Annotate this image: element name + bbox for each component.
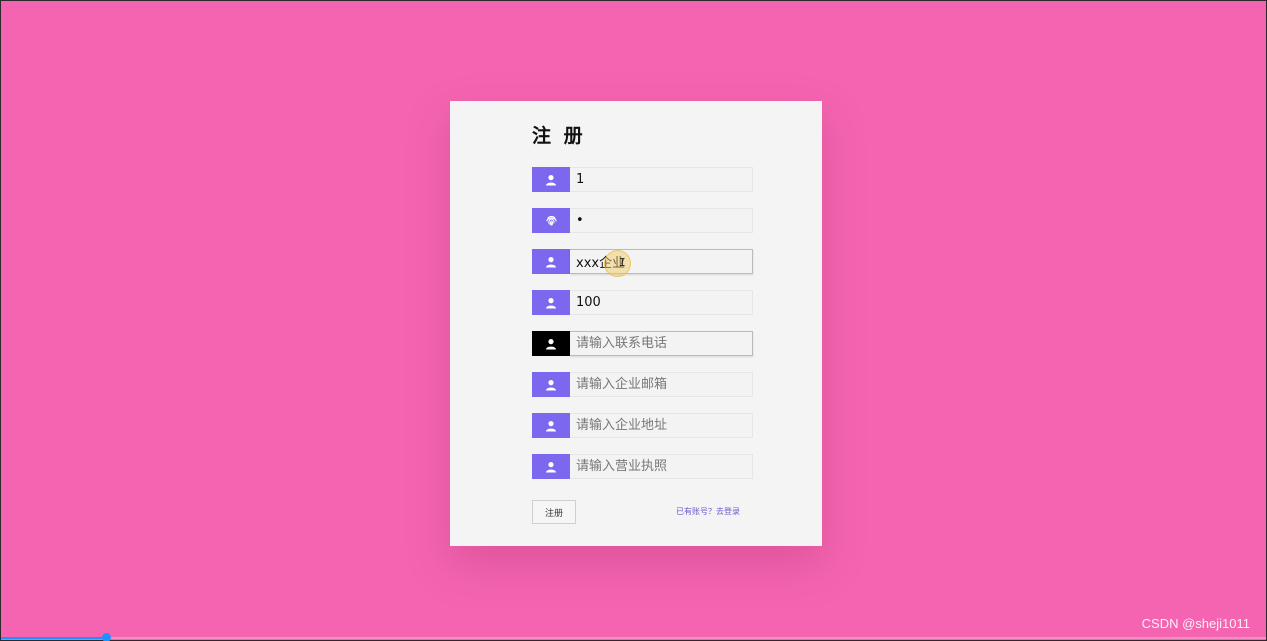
user-icon: [532, 331, 570, 356]
user-icon: [532, 290, 570, 315]
username-input[interactable]: [570, 167, 753, 192]
mouse-cursor-highlight: [604, 250, 631, 277]
phone-input[interactable]: [570, 331, 753, 356]
phone-field-group: [532, 331, 753, 356]
user-icon: [532, 454, 570, 479]
email-field-group: [532, 372, 753, 397]
quantity-input[interactable]: [570, 290, 753, 315]
address-input[interactable]: [570, 413, 753, 438]
password-field-group: [532, 208, 753, 233]
address-field-group: [532, 413, 753, 438]
register-card: 注 册 1 • xxx企业 100 请输入联系电话 请输入企业邮箱 请输入企业地…: [450, 101, 822, 546]
watermark: CSDN @sheji1011: [1141, 616, 1250, 631]
page-title: 注 册: [532, 125, 586, 147]
company-name-field-group: [532, 249, 753, 274]
video-progress-handle[interactable]: [102, 633, 111, 641]
video-progress-fill: [1, 637, 106, 639]
go-login-link[interactable]: 已有账号？去登录: [676, 506, 740, 517]
company-name-input[interactable]: [570, 249, 753, 274]
username-field-group: [532, 167, 753, 192]
user-icon: [532, 413, 570, 438]
register-button[interactable]: 注册: [532, 500, 576, 524]
quantity-field-group: [532, 290, 753, 315]
user-icon: [532, 167, 570, 192]
fingerprint-icon: [532, 208, 570, 233]
license-input[interactable]: [570, 454, 753, 479]
license-field-group: [532, 454, 753, 479]
user-icon: [532, 249, 570, 274]
user-icon: [532, 372, 570, 397]
password-input[interactable]: [570, 208, 753, 233]
text-cursor-icon: I: [619, 256, 626, 269]
email-input[interactable]: [570, 372, 753, 397]
video-progress-bar[interactable]: [1, 633, 1266, 641]
